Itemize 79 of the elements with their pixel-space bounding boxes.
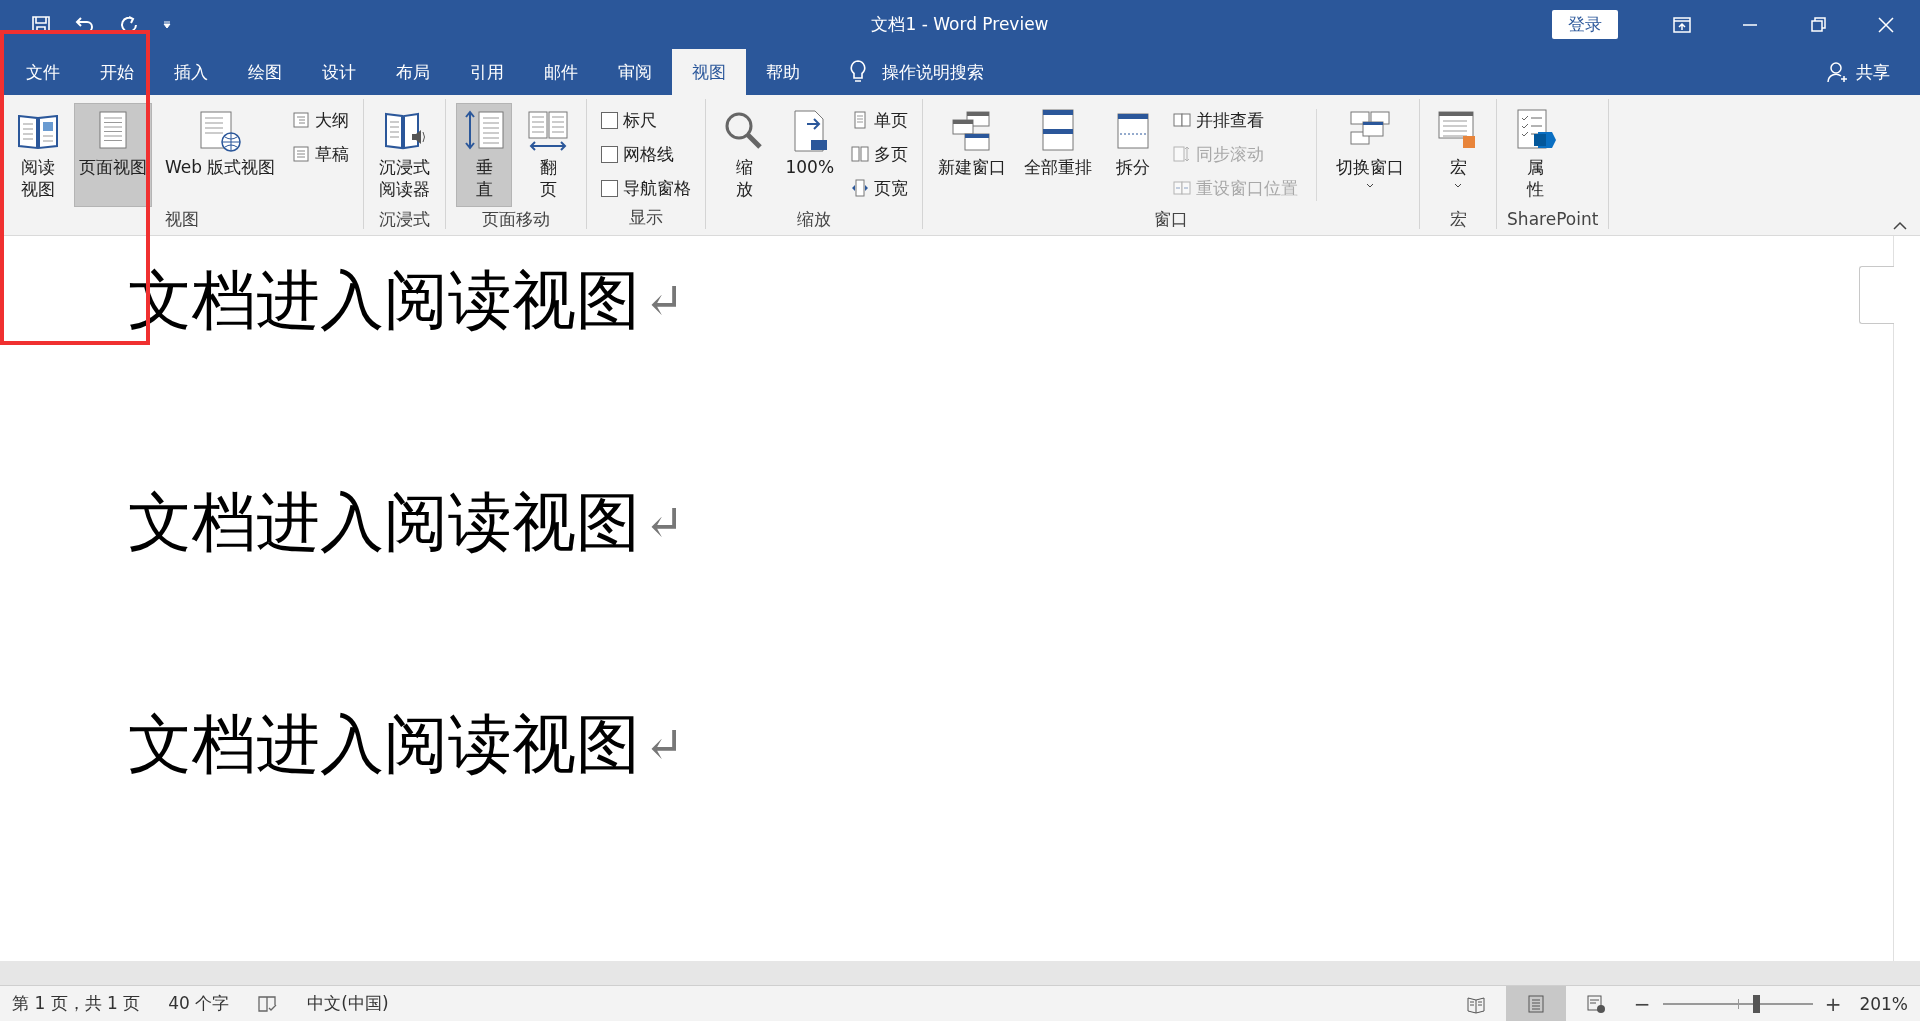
- zoom-level[interactable]: 201%: [1859, 993, 1908, 1014]
- collapse-ribbon-icon[interactable]: [1892, 221, 1908, 231]
- ribbon-button[interactable]: Web 版式视图: [160, 103, 281, 207]
- ribbon-tab[interactable]: 帮助: [746, 49, 820, 95]
- horizontal-scrollbar[interactable]: [0, 961, 1920, 986]
- ribbon-button[interactable]: 并排查看: [1169, 105, 1303, 135]
- ribbon-tab[interactable]: 绘图: [228, 49, 302, 95]
- paragraph-mark: ↵: [644, 493, 685, 552]
- ribbon-button[interactable]: 拆分: [1105, 103, 1162, 207]
- ribbon-button[interactable]: 草稿: [288, 139, 354, 169]
- ribbon-button[interactable]: 大纲: [288, 105, 354, 135]
- ribbon-button[interactable]: 翻 页: [520, 103, 577, 207]
- slider-thumb[interactable]: [1753, 994, 1761, 1013]
- paragraph-text: 文档进入阅读视图: [128, 706, 640, 783]
- ribbon-button[interactable]: 全部重排: [1019, 103, 1098, 207]
- ribbon-tab[interactable]: 邮件: [524, 49, 598, 95]
- ribbon-tab[interactable]: 审阅: [598, 49, 672, 95]
- group-label: 沉浸式: [379, 209, 431, 229]
- ribbon-button[interactable]: 单页: [847, 105, 913, 135]
- ribbon-button[interactable]: 垂 直: [456, 103, 513, 207]
- page-count: 第 1 页，共 1 页: [12, 992, 141, 1015]
- side-by-side-icon: [1173, 111, 1192, 129]
- share-button[interactable]: 共享: [1856, 60, 1890, 84]
- checkbox[interactable]: [601, 145, 619, 163]
- checkbox[interactable]: [601, 111, 619, 129]
- window-title: 文档1 - Word Preview: [871, 14, 1049, 34]
- group-label: 窗口: [1154, 209, 1189, 229]
- ribbon-button[interactable]: 页面视图: [74, 103, 152, 207]
- paragraph-mark: ↵: [644, 271, 685, 330]
- close-icon[interactable]: [1877, 15, 1895, 34]
- person-add-icon[interactable]: [1826, 61, 1848, 83]
- word-count: 40 个字: [168, 992, 230, 1015]
- ribbon-button[interactable]: 多页: [847, 139, 913, 169]
- draft-icon: [292, 145, 311, 163]
- checkbox-option[interactable]: 导航窗格: [597, 173, 696, 203]
- ribbon-button[interactable]: 属 性: [1507, 103, 1564, 207]
- ribbon-button[interactable]: 新建窗口: [933, 103, 1012, 207]
- ribbon-tab[interactable]: 设计: [302, 49, 376, 95]
- paragraph-mark: ↵: [644, 715, 685, 774]
- group-label: 缩放: [797, 209, 832, 229]
- group-label: 视图: [164, 209, 199, 229]
- ribbon-tab[interactable]: 引用: [450, 49, 524, 95]
- group-label: 宏: [1449, 209, 1467, 229]
- ribbon-button[interactable]: 切换窗口: [1331, 103, 1410, 207]
- restore-icon[interactable]: [1809, 15, 1827, 34]
- tell-me-search[interactable]: 操作说明搜索: [882, 60, 984, 84]
- page-width-icon: [851, 179, 870, 197]
- caret-icon[interactable]: [162, 19, 172, 30]
- two-pages-icon: [851, 145, 870, 163]
- ribbon-tab[interactable]: 视图: [672, 49, 746, 95]
- print-layout-icon: [1525, 993, 1546, 1014]
- ribbon-button[interactable]: 宏: [1430, 103, 1487, 207]
- group-label: 页面移动: [482, 209, 551, 229]
- zoom-out-button[interactable]: −: [1625, 991, 1659, 1016]
- ribbon-button[interactable]: 沉浸式 阅读器: [374, 103, 436, 207]
- login-button[interactable]: 登录: [1552, 10, 1618, 39]
- zoom-in-button[interactable]: +: [1816, 991, 1850, 1016]
- ribbon-tab[interactable]: 开始: [80, 49, 154, 95]
- lightbulb-icon[interactable]: [848, 59, 868, 85]
- ribbon-tab[interactable]: 文件: [0, 49, 80, 95]
- ribbon-display-icon[interactable]: [1673, 15, 1691, 34]
- web-layout-icon: [1585, 993, 1606, 1014]
- ribbon-tab[interactable]: 插入: [154, 49, 228, 95]
- group-label: 显示: [629, 207, 664, 227]
- ribbon-tab[interactable]: 布局: [376, 49, 450, 95]
- outline-icon: [292, 111, 311, 129]
- checkbox-option[interactable]: 网格线: [597, 139, 696, 169]
- ribbon-button[interactable]: 阅读 视图: [10, 103, 66, 207]
- checkbox-option[interactable]: 标尺: [597, 105, 696, 135]
- ribbon-button[interactable]: 页宽: [847, 173, 913, 203]
- paragraph-text: 文档进入阅读视图: [128, 484, 640, 561]
- checkbox[interactable]: [601, 179, 619, 197]
- ribbon-button[interactable]: 缩 放: [716, 103, 773, 207]
- group-label: SharePoint: [1507, 209, 1599, 229]
- sync-scroll-icon: [1173, 145, 1192, 163]
- ribbon-button[interactable]: 100%: [780, 103, 840, 207]
- language[interactable]: 中文(中国): [307, 992, 389, 1015]
- reset-window-icon: [1173, 179, 1192, 197]
- web-page-icon: [197, 108, 244, 154]
